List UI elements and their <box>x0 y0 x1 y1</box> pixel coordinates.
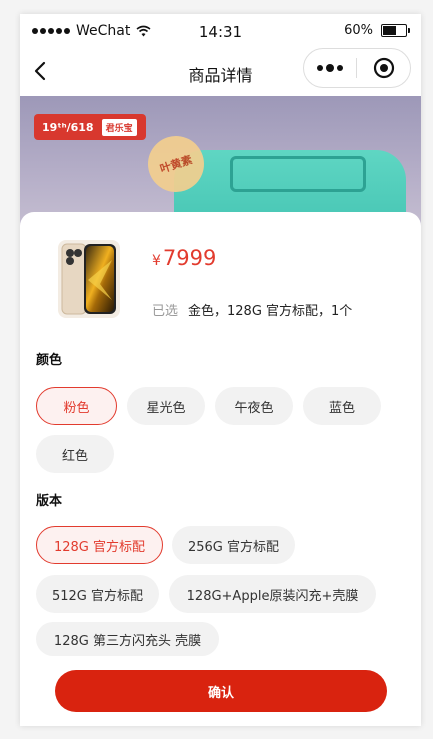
phone-image <box>61 243 116 315</box>
banner-product-detail <box>230 156 366 192</box>
battery-icon <box>381 24 410 37</box>
nav-bar: 商品详情 <box>20 48 421 96</box>
sku-sheet: ¥7999 已选 金色，128G 官方标配，1个 颜色 粉色 星光色 午夜色 蓝色… <box>20 212 421 726</box>
product-thumbnail <box>58 240 120 318</box>
more-dot-icon <box>326 64 334 72</box>
battery-group: 60% <box>344 23 410 38</box>
selected-value: 金色，128G 官方标配，1个 <box>188 304 353 319</box>
color-option-starlight[interactable]: 星光色 <box>127 387 205 425</box>
product-price: ¥7999 <box>152 246 216 270</box>
color-option-blue[interactable]: 蓝色 <box>303 387 381 425</box>
color-option-pink[interactable]: 粉色 <box>36 387 117 425</box>
battery-percent: 60% <box>344 23 373 38</box>
promo-logo: 君乐宝 <box>101 118 137 136</box>
version-option-128g-apple-charger[interactable]: 128G+Apple原装闪充+壳膜 <box>169 575 376 613</box>
version-option-256g[interactable]: 256G 官方标配 <box>172 526 295 564</box>
version-option-512g[interactable]: 512G 官方标配 <box>36 575 159 613</box>
promo-text: 19ᵗʰ/618 <box>42 120 94 134</box>
section-title-version: 版本 <box>36 494 63 509</box>
color-option-midnight[interactable]: 午夜色 <box>215 387 293 425</box>
selected-label: 已选 <box>152 304 179 319</box>
section-title-color: 颜色 <box>36 353 63 368</box>
selected-summary: 已选 金色，128G 官方标配，1个 <box>152 300 352 319</box>
close-button[interactable] <box>357 57 410 79</box>
version-option-128g-third-party[interactable]: 128G 第三方闪充头 壳膜 <box>36 622 219 656</box>
color-option-red[interactable]: 红色 <box>36 435 114 473</box>
phone-screen: WeChat 14:31 60% 商品详情 19ᵗʰ/618 君乐宝 叶黄素 ¥… <box>20 14 421 726</box>
price-value: 7999 <box>162 246 217 270</box>
mini-program-capsule <box>303 48 411 88</box>
status-bar: WeChat 14:31 60% <box>20 14 421 48</box>
version-option-128g[interactable]: 128G 官方标配 <box>36 526 163 564</box>
promo-tag: 19ᵗʰ/618 君乐宝 <box>34 114 146 140</box>
confirm-button[interactable]: 确认 <box>55 670 387 712</box>
more-dot-icon <box>317 65 323 71</box>
more-dot-icon <box>337 65 343 71</box>
color-options: 粉色 星光色 午夜色 蓝色 红色 <box>36 387 411 477</box>
version-options: 128G 官方标配 256G 官方标配 512G 官方标配 128G+Apple… <box>36 526 411 676</box>
more-button[interactable] <box>304 49 356 87</box>
currency-symbol: ¥ <box>152 253 161 269</box>
target-icon <box>373 57 394 79</box>
